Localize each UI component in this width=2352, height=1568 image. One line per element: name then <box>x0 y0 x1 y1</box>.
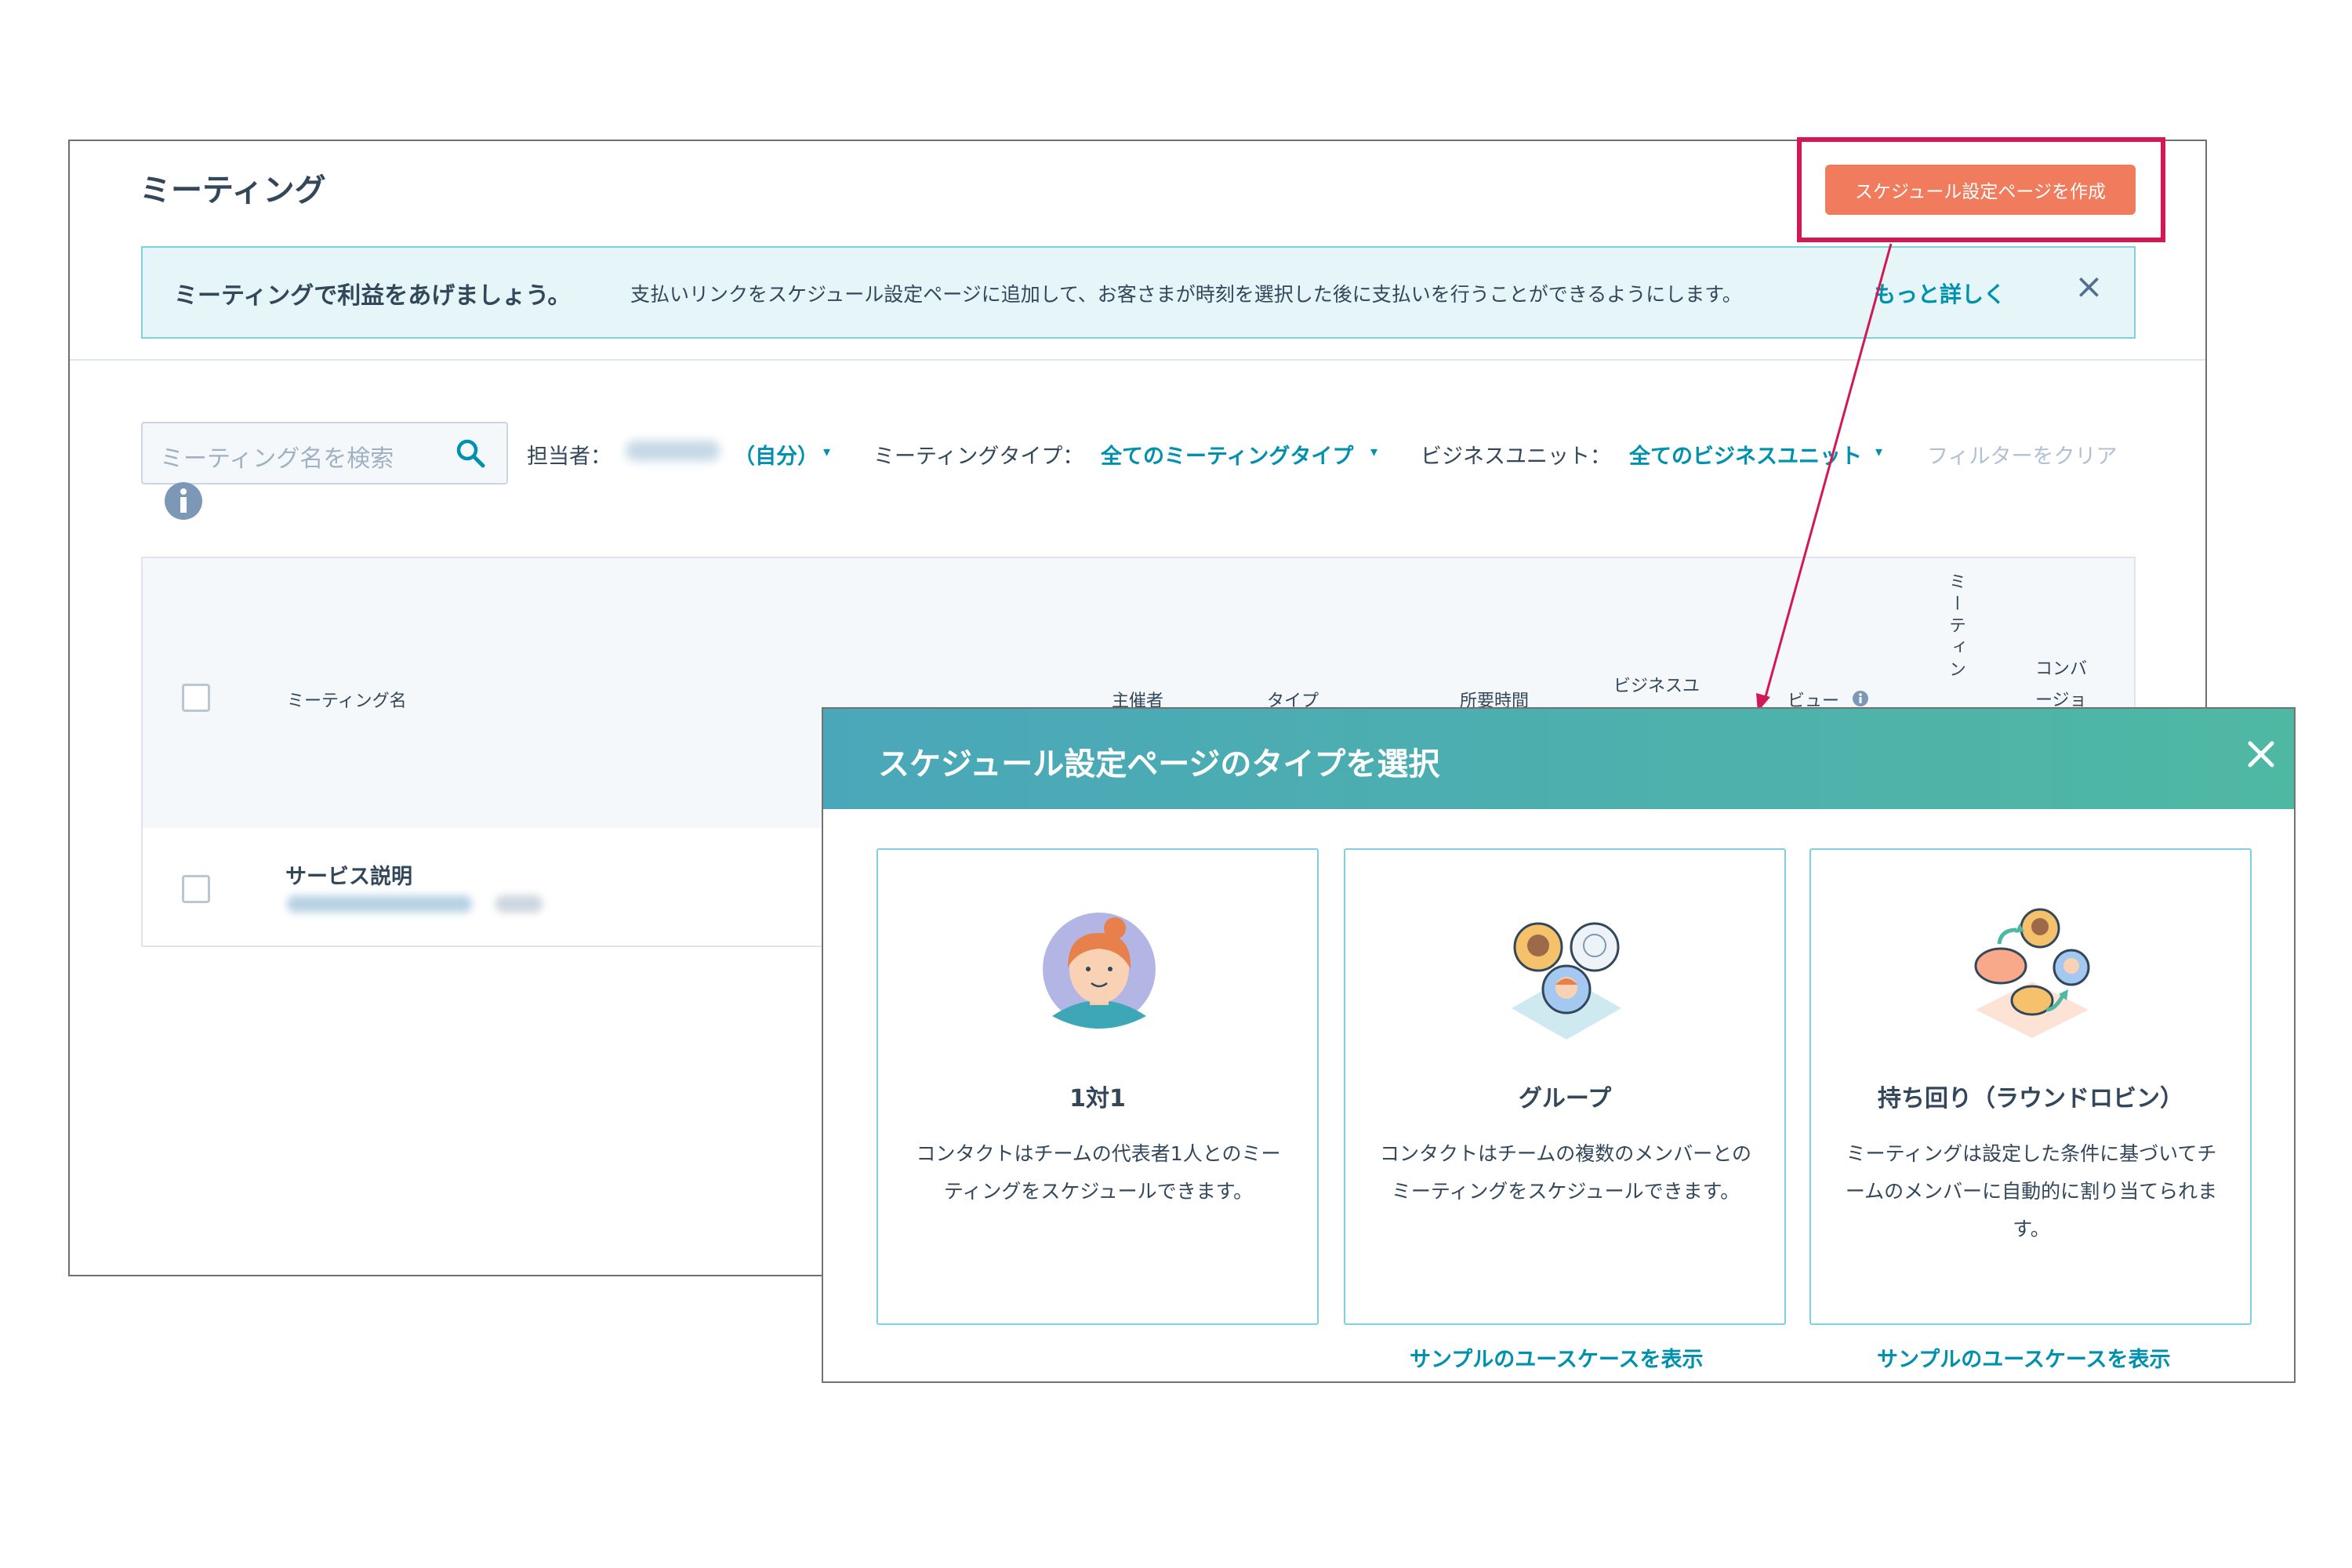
card-title: 持ち回り（ラウンドロビン） <box>1878 1085 2183 1112</box>
owner-filter-dropdown[interactable]: （自分） <box>734 439 818 470</box>
card-description: コンタクトはチームの代表者1人とのミーティングをスケジュールできます。 <box>916 1142 1281 1203</box>
business-unit-filter-label: ビジネスユニット： <box>1421 445 1611 469</box>
modal-title: スケジュール設定ページのタイプを選択 <box>878 746 1440 782</box>
info-icon[interactable] <box>163 481 204 521</box>
business-unit-filter-dropdown[interactable]: 全てのビジネスユニット <box>1629 439 1862 470</box>
type-filter-dropdown[interactable]: 全てのミーティングタイプ <box>1101 439 1353 470</box>
learn-more-link[interactable]: もっと詳しく <box>1874 278 2005 309</box>
one-on-one-illustration-icon <box>1043 913 1156 1029</box>
card-description: ミーティングは設定した条件に基づいてチームのメンバーに自動的に割り当てられます。 <box>1845 1142 2218 1240</box>
info-icon[interactable] <box>1852 690 1869 707</box>
search-placeholder: ミーティング名を検索 <box>160 445 394 473</box>
owner-name-redacted <box>626 441 720 461</box>
banner-close-icon[interactable]: × <box>2074 267 2103 307</box>
search-icon[interactable] <box>455 437 486 469</box>
meeting-search-input[interactable]: ミーティング名を検索 <box>141 422 508 485</box>
meeting-meta-redacted <box>495 895 543 913</box>
scheduling-page-type-modal: スケジュール設定ページのタイプを選択 1対1 コンタクトはチームの代表者1人との… <box>822 707 2296 1383</box>
header-divider <box>70 359 2205 361</box>
type-card-round-robin[interactable]: 持ち回り（ラウンドロビン） ミーティングは設定した条件に基づいてチームのメンバー… <box>1809 848 2252 1325</box>
select-all-checkbox[interactable] <box>182 684 210 712</box>
card-title: 1対1 <box>1069 1085 1126 1112</box>
chevron-down-icon[interactable]: ▾ <box>1875 444 1882 460</box>
chevron-down-icon[interactable]: ▾ <box>823 444 830 460</box>
chevron-down-icon[interactable]: ▾ <box>1370 444 1377 460</box>
round-robin-illustration-icon <box>1974 908 2090 1038</box>
close-icon[interactable] <box>2238 731 2285 778</box>
card-title: グループ <box>1518 1085 1612 1112</box>
column-header-meetings[interactable]: ミーティン <box>1943 572 1968 682</box>
card-description: コンタクトはチームの複数のメンバーとのミーティングをスケジュールできます。 <box>1379 1142 1751 1203</box>
highlight-annotation-box <box>1797 137 2165 242</box>
type-card-group[interactable]: グループ コンタクトはチームの複数のメンバーとのミーティングをスケジュールできま… <box>1344 848 1786 1325</box>
meeting-url-redacted <box>287 895 472 913</box>
row-checkbox[interactable] <box>182 875 210 903</box>
sample-use-case-link-group[interactable]: サンプルのユースケースを表示 <box>1410 1342 1704 1373</box>
banner-title: ミーティングで利益をあげましょう。 <box>174 282 572 310</box>
type-filter-label: ミーティングタイプ： <box>873 445 1084 469</box>
group-illustration-icon <box>1512 922 1621 1040</box>
page-title: ミーティング <box>140 172 326 209</box>
meeting-name-link[interactable]: サービス説明 <box>285 859 412 890</box>
promo-banner: ミーティングで利益をあげましょう。 支払いリンクをスケジュール設定ページに追加し… <box>141 246 2136 339</box>
modal-header: スケジュール設定ページのタイプを選択 <box>823 709 2294 809</box>
banner-text: 支払いリンクをスケジュール設定ページに追加して、お客さまが時刻を選択した後に支払… <box>630 283 1742 306</box>
owner-filter-label: 担当者： <box>527 445 612 469</box>
sample-use-case-link-round-robin[interactable]: サンプルのユースケースを表示 <box>1877 1342 2171 1373</box>
column-header-name[interactable]: ミーティング名 <box>287 687 407 712</box>
clear-filters-button[interactable]: フィルターをクリア <box>1927 439 2117 470</box>
type-card-one-on-one[interactable]: 1対1 コンタクトはチームの代表者1人とのミーティングをスケジュールできます。 <box>877 848 1319 1325</box>
